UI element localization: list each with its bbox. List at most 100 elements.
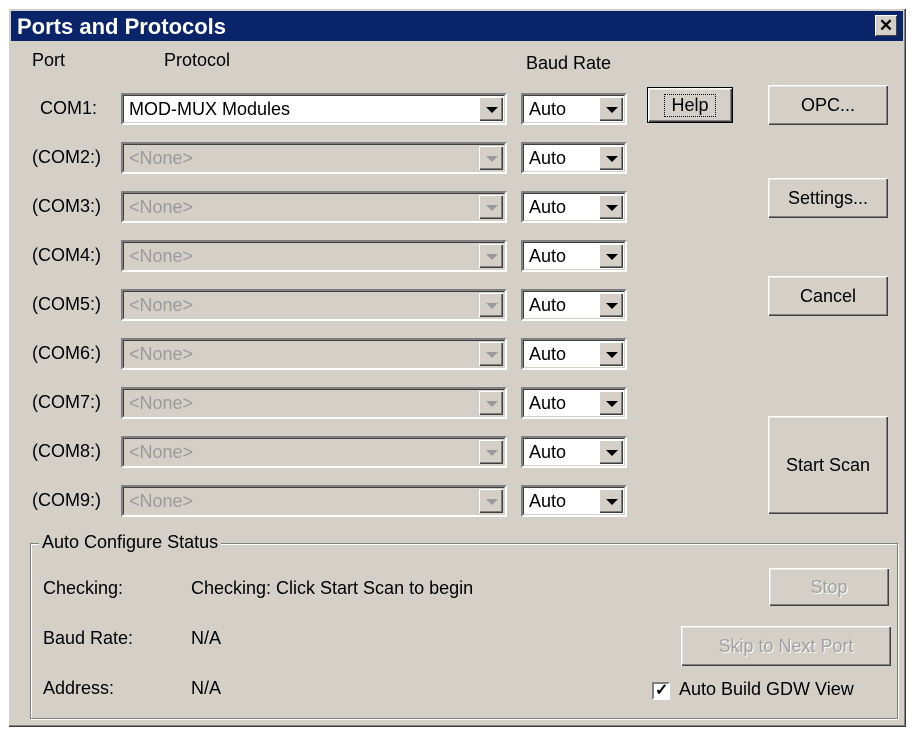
chevron-down-icon[interactable] [599, 97, 623, 121]
chevron-down-icon[interactable] [479, 440, 503, 464]
port-label: (COM2:) [32, 147, 101, 167]
protocol-select[interactable]: <None> [121, 436, 507, 468]
skip-next-port-button[interactable]: Skip to Next Port [681, 626, 891, 666]
baud-rate-field: Auto [523, 242, 625, 270]
baud-rate-select[interactable]: Auto [521, 93, 627, 125]
protocol-select-field: <None> [123, 487, 505, 515]
protocol-select[interactable]: <None> [121, 142, 507, 174]
baud-rate-value: Auto [529, 246, 567, 266]
chevron-down-icon[interactable] [479, 244, 503, 268]
help-label: Help [664, 93, 716, 117]
baud-rate-value: N/A [191, 628, 222, 648]
baud-rate-value: Auto [529, 491, 567, 511]
chevron-down-icon[interactable] [599, 293, 623, 317]
protocol-value: <None> [129, 246, 194, 266]
ports-protocols-dialog: Ports and Protocols ✕ Port Protocol Baud… [8, 8, 906, 727]
cancel-button[interactable]: Cancel [768, 276, 888, 316]
protocol-value: <None> [129, 295, 194, 315]
baud-rate-field: Auto [523, 340, 625, 368]
opc-button[interactable]: OPC... [768, 85, 888, 125]
protocol-select-field: <None> [123, 438, 505, 466]
baud-rate-header: Baud Rate [526, 53, 612, 73]
protocol-select-field: <None> [123, 144, 505, 172]
baud-rate-select[interactable]: Auto [521, 240, 627, 272]
window-title: Ports and Protocols [17, 14, 227, 39]
baud-rate-field: Auto [523, 95, 625, 123]
baud-rate-select[interactable]: Auto [521, 338, 627, 370]
baud-rate-field: Auto [523, 144, 625, 172]
chevron-down-icon[interactable] [599, 391, 623, 415]
chevron-down-icon[interactable] [479, 146, 503, 170]
baud-rate-field: Auto [523, 193, 625, 221]
baud-rate-select[interactable]: Auto [521, 485, 627, 517]
protocol-select-field: MOD-MUX Modules [123, 95, 505, 123]
checking-value: Checking: Click Start Scan to begin [191, 578, 474, 598]
baud-rate-select[interactable]: Auto [521, 142, 627, 174]
baud-rate-value: Auto [529, 99, 567, 119]
baud-rate-field: Auto [523, 438, 625, 466]
baud-rate-value: Auto [529, 197, 567, 217]
chevron-down-icon[interactable] [479, 391, 503, 415]
protocol-select-field: <None> [123, 389, 505, 417]
start-scan-button[interactable]: Start Scan [768, 416, 888, 514]
title-bar: Ports and Protocols ✕ [11, 11, 903, 41]
chevron-down-icon[interactable] [479, 342, 503, 366]
baud-rate-select[interactable]: Auto [521, 436, 627, 468]
checking-label: Checking: [43, 578, 124, 598]
protocol-select-field: <None> [123, 242, 505, 270]
port-label: (COM6:) [32, 343, 101, 363]
protocol-value: <None> [129, 148, 194, 168]
protocol-value: <None> [129, 197, 194, 217]
protocol-select[interactable]: <None> [121, 240, 507, 272]
checkmark-icon: ✓ [655, 682, 669, 699]
chevron-down-icon[interactable] [479, 489, 503, 513]
chevron-down-icon[interactable] [479, 97, 503, 121]
baud-rate-value: Auto [529, 393, 567, 413]
chevron-down-icon[interactable] [599, 489, 623, 513]
auto-build-checkbox[interactable]: ✓ [652, 682, 670, 700]
baud-rate-select[interactable]: Auto [521, 387, 627, 419]
protocol-select[interactable]: <None> [121, 387, 507, 419]
baud-rate-field: Auto [523, 487, 625, 515]
auto-build-label: Auto Build GDW View [679, 679, 854, 699]
port-header: Port [32, 50, 66, 70]
chevron-down-icon[interactable] [479, 293, 503, 317]
protocol-value: <None> [129, 491, 194, 511]
chevron-down-icon[interactable] [599, 195, 623, 219]
baud-rate-value: Auto [529, 295, 567, 315]
chevron-down-icon[interactable] [599, 146, 623, 170]
help-button[interactable]: Help [647, 87, 733, 123]
chevron-down-icon[interactable] [599, 342, 623, 366]
port-label: (COM9:) [32, 490, 101, 510]
protocol-select[interactable]: <None> [121, 289, 507, 321]
auto-configure-status-group: Auto Configure Status Checking: Checking… [30, 532, 898, 719]
protocol-value: <None> [129, 344, 194, 364]
chevron-down-icon[interactable] [479, 195, 503, 219]
protocol-select[interactable]: <None> [121, 191, 507, 223]
chevron-down-icon[interactable] [599, 244, 623, 268]
protocol-header: Protocol [164, 50, 231, 70]
protocol-value: <None> [129, 442, 194, 462]
address-value: N/A [191, 678, 222, 698]
protocol-select[interactable]: MOD-MUX Modules [121, 93, 507, 125]
baud-rate-field: Auto [523, 389, 625, 417]
baud-rate-field: Auto [523, 291, 625, 319]
baud-rate-value: Auto [529, 148, 567, 168]
protocol-select[interactable]: <None> [121, 338, 507, 370]
protocol-select-field: <None> [123, 291, 505, 319]
baud-rate-label: Baud Rate: [43, 628, 134, 648]
stop-button[interactable]: Stop [769, 568, 889, 606]
protocol-select[interactable]: <None> [121, 485, 507, 517]
baud-rate-select[interactable]: Auto [521, 289, 627, 321]
port-label: (COM5:) [32, 294, 101, 314]
auto-configure-status-title: Auto Configure Status [39, 532, 222, 553]
port-label: (COM8:) [32, 441, 101, 461]
protocol-value: MOD-MUX Modules [129, 99, 291, 119]
protocol-select-field: <None> [123, 193, 505, 221]
protocol-select-field: <None> [123, 340, 505, 368]
chevron-down-icon[interactable] [599, 440, 623, 464]
settings-button[interactable]: Settings... [768, 178, 888, 218]
baud-rate-select[interactable]: Auto [521, 191, 627, 223]
close-icon[interactable]: ✕ [875, 15, 897, 36]
port-label: (COM7:) [32, 392, 101, 412]
